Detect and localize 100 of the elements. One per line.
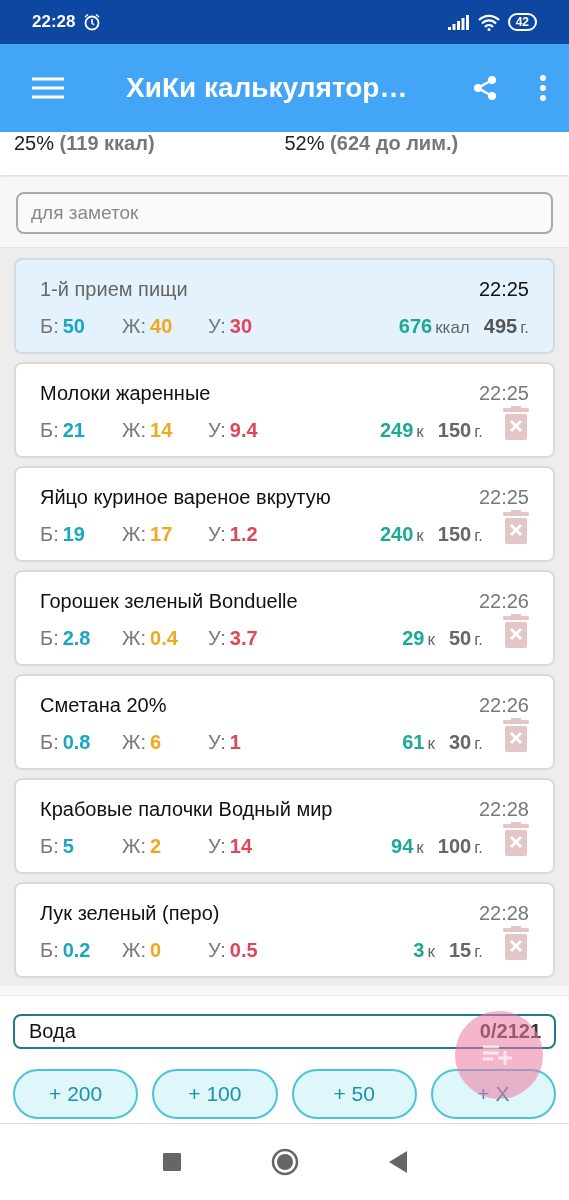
food-name: Молоки жаренные [40, 382, 212, 405]
weight-unit: г. [474, 526, 483, 545]
delete-button[interactable] [503, 821, 529, 856]
weight-value: 15 [448, 939, 472, 961]
time-text: 22:25 [478, 486, 529, 509]
macro-value: 0.4 [150, 627, 178, 649]
time-text: 22:25 [478, 382, 529, 405]
delete-button[interactable] [503, 717, 529, 752]
delete-button[interactable] [503, 405, 529, 440]
macro-value: 21 [62, 419, 85, 441]
macro-label: Ж: [122, 315, 147, 337]
macro-value: 0.5 [229, 939, 258, 961]
time-text: 22:28 [478, 798, 529, 821]
food-name: Горошек зеленый Bonduelle [40, 590, 299, 613]
battery-level: 42 [507, 13, 537, 31]
macro-value: 30 [229, 315, 253, 337]
home-icon [270, 1148, 299, 1176]
wifi-icon [477, 13, 500, 31]
food-card[interactable]: Крабовые палочки Водный мир 22:28 Б: 5 Ж: 2 У: 14 94к 100 г. [14, 778, 555, 874]
notes-field[interactable]: для заметок [16, 192, 553, 234]
macro-value: 50 [62, 315, 85, 337]
macro-label: Б: [40, 835, 59, 857]
kcal-unit: к [416, 838, 424, 857]
meal-card[interactable]: 1-й прием пищи 22:25 Б: 50 Ж: 40 У: 30 676 ккал 495 г. [14, 258, 555, 354]
macro-label: Б: [40, 731, 59, 753]
back-icon [388, 1151, 407, 1173]
menu-icon [32, 77, 64, 99]
macro-label: Ж: [122, 523, 147, 545]
food-card[interactable]: Лук зеленый (перо) 22:28 Б: 0.2 Ж: 0 У: 0.5 3 к 15 г. [14, 882, 555, 978]
macro-value: 6 [150, 731, 162, 753]
back-button[interactable] [388, 1151, 407, 1173]
kcal-value: 249 [379, 419, 414, 441]
food-card[interactable]: Яйцо куриное вареное вкрутую 22:25 Б: 19 Ж: 17 У: 1.2 240 к 150 г. [14, 466, 555, 562]
macro-label: У: [208, 523, 226, 545]
trash-icon [503, 717, 529, 752]
macro-value: 2.8 [62, 627, 91, 649]
recents-button[interactable] [162, 1153, 181, 1171]
kcal-unit: к [416, 422, 424, 441]
macro-label: Ж: [122, 835, 147, 857]
macro-value: 1.2 [229, 523, 258, 545]
food-name: Яйцо куриное вареное вкрутую [40, 486, 332, 509]
macro-value: 19 [62, 523, 85, 545]
kcal-value: 676 [398, 315, 433, 337]
time-text: 22:28 [478, 902, 529, 925]
weight-unit: г. [520, 318, 529, 337]
food-name: Крабовые палочки Водный мир [40, 798, 334, 821]
macro-value: 5 [62, 835, 74, 857]
delete-button[interactable] [503, 925, 529, 960]
macro-value: 2 [150, 835, 162, 857]
macro-value: 1 [229, 731, 241, 753]
macro-label: У: [208, 939, 226, 961]
delete-button[interactable] [503, 613, 529, 648]
weight-unit: г. [474, 838, 483, 857]
time-text: 22:25 [478, 278, 529, 301]
macro-value: 0.8 [62, 731, 91, 753]
macro-value: 14 [229, 835, 253, 857]
macro-label: Б: [40, 523, 59, 545]
macro-value: 0.2 [62, 939, 91, 961]
macro-value: 0 [150, 939, 162, 961]
app-title: ХиКи калькулятор… [126, 72, 409, 104]
meal-name: 1-й прием пищи [40, 278, 189, 301]
share-icon [473, 75, 497, 101]
weight-value: 30 [448, 731, 472, 753]
macro-label: Ж: [122, 731, 147, 753]
macro-value: 17 [150, 523, 173, 545]
macro-label: Б: [40, 315, 59, 337]
weight-value: 50 [448, 627, 472, 649]
trash-icon [503, 509, 529, 544]
weight-value: 150 [437, 523, 472, 545]
kcal-unit: к [427, 734, 435, 753]
summary-text: 52% (624 до лим.) [284, 132, 460, 155]
macro-label: У: [208, 315, 226, 337]
delete-button[interactable] [503, 509, 529, 544]
food-name: Лук зеленый (перо) [40, 902, 221, 925]
water-label: Вода [29, 1020, 77, 1043]
kcal-value: 3 [413, 939, 425, 961]
food-card[interactable]: Молоки жаренные 22:25 Б: 21 Ж: 14 У: 9.4 249 к 150 г. [14, 362, 555, 458]
macro-label: У: [208, 731, 226, 753]
trash-icon [503, 821, 529, 856]
square-icon [162, 1153, 181, 1171]
macro-label: Ж: [122, 939, 147, 961]
macro-label: Ж: [122, 627, 147, 649]
macro-label: Б: [40, 939, 59, 961]
macro-value: 14 [150, 419, 173, 441]
macro-value: 9.4 [229, 419, 258, 441]
more-icon [539, 75, 547, 101]
kcal-value: 240 [379, 523, 414, 545]
macro-label: Б: [40, 419, 59, 441]
macro-value: 3.7 [229, 627, 258, 649]
macro-label: У: [208, 627, 226, 649]
kcal-value: 29 [402, 627, 425, 649]
alarm-icon [83, 13, 102, 31]
home-button[interactable] [270, 1148, 299, 1176]
weight-value: 495 [483, 315, 518, 337]
macro-label: Б: [40, 627, 59, 649]
food-card[interactable]: Сметана 20% 22:26 Б: 0.8 Ж: 6 У: 1 61 к 30 г. [14, 674, 555, 770]
weight-unit: г. [474, 630, 483, 649]
summary-text: 25% (119 ккал) [14, 132, 156, 155]
food-card[interactable]: Горошек зеленый Bonduelle 22:26 Б: 2.8 Ж: 0.4 У: 3.7 29 к 50 г. [14, 570, 555, 666]
weight-value: 150 [437, 419, 472, 441]
